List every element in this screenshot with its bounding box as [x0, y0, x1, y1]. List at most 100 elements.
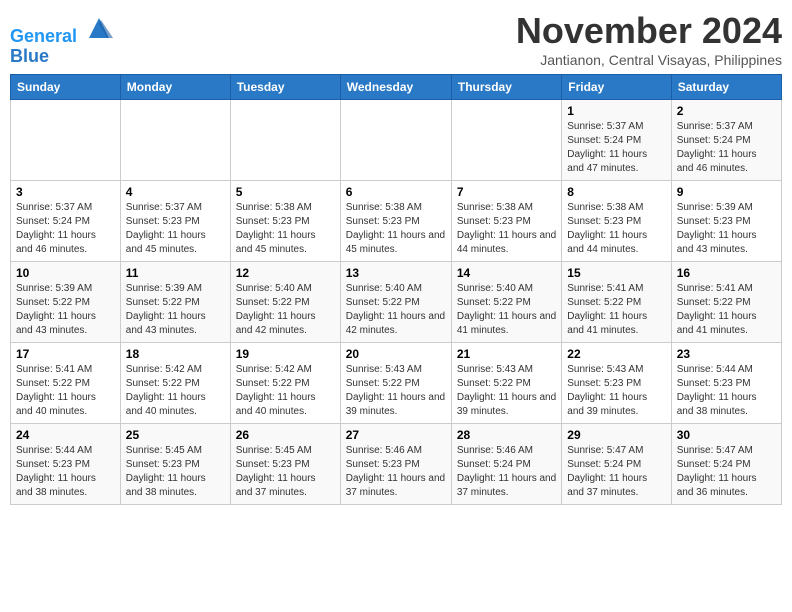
month-title: November 2024: [516, 10, 782, 52]
day-info: Sunrise: 5:38 AM Sunset: 5:23 PM Dayligh…: [236, 201, 335, 257]
logo-icon: [85, 14, 113, 42]
day-info: Sunrise: 5:43 AM Sunset: 5:22 PM Dayligh…: [457, 363, 556, 419]
day-number: 15: [567, 266, 665, 280]
day-info: Sunrise: 5:38 AM Sunset: 5:23 PM Dayligh…: [457, 201, 556, 257]
day-number: 7: [457, 185, 556, 199]
col-header-wednesday: Wednesday: [340, 75, 451, 100]
week-row-3: 10 Sunrise: 5:39 AM Sunset: 5:22 PM Dayli…: [11, 262, 782, 343]
calendar-cell: 8 Sunrise: 5:38 AM Sunset: 5:23 PM Daylig…: [562, 181, 671, 262]
day-info: Sunrise: 5:43 AM Sunset: 5:23 PM Dayligh…: [567, 363, 665, 419]
day-info: Sunrise: 5:44 AM Sunset: 5:23 PM Dayligh…: [677, 363, 776, 419]
day-number: 14: [457, 266, 556, 280]
day-number: 9: [677, 185, 776, 199]
day-number: 21: [457, 347, 556, 361]
day-info: Sunrise: 5:38 AM Sunset: 5:23 PM Dayligh…: [346, 201, 446, 257]
day-info: Sunrise: 5:37 AM Sunset: 5:24 PM Dayligh…: [16, 201, 115, 257]
calendar-cell: 20 Sunrise: 5:43 AM Sunset: 5:22 PM Dayli…: [340, 343, 451, 424]
title-block: November 2024 Jantianon, Central Visayas…: [516, 10, 782, 68]
day-info: Sunrise: 5:41 AM Sunset: 5:22 PM Dayligh…: [16, 363, 115, 419]
calendar-cell: 17 Sunrise: 5:41 AM Sunset: 5:22 PM Dayli…: [11, 343, 121, 424]
calendar-cell: [230, 100, 340, 181]
calendar-cell: 25 Sunrise: 5:45 AM Sunset: 5:23 PM Dayli…: [120, 424, 230, 505]
page-header: General Blue November 2024 Jantianon, Ce…: [10, 10, 782, 68]
calendar-cell: 18 Sunrise: 5:42 AM Sunset: 5:22 PM Dayli…: [120, 343, 230, 424]
calendar-cell: 10Sunrise: 5:39 AM Sunset: 5:22 PM Dayli…: [11, 262, 121, 343]
calendar-cell: 26 Sunrise: 5:45 AM Sunset: 5:23 PM Dayli…: [230, 424, 340, 505]
day-number: 8: [567, 185, 665, 199]
day-number: 17: [16, 347, 115, 361]
col-header-monday: Monday: [120, 75, 230, 100]
calendar-cell: 19Sunrise: 5:42 AM Sunset: 5:22 PM Dayli…: [230, 343, 340, 424]
day-info: Sunrise: 5:37 AM Sunset: 5:23 PM Dayligh…: [126, 201, 225, 257]
day-info: Sunrise: 5:47 AM Sunset: 5:24 PM Dayligh…: [567, 444, 665, 500]
calendar-header-row: SundayMondayTuesdayWednesdayThursdayFrid…: [11, 75, 782, 100]
col-header-saturday: Saturday: [671, 75, 781, 100]
calendar-cell: 29 Sunrise: 5:47 AM Sunset: 5:24 PM Dayli…: [562, 424, 671, 505]
calendar-cell: [11, 100, 121, 181]
day-info: Sunrise: 5:44 AM Sunset: 5:23 PM Dayligh…: [16, 444, 115, 500]
calendar-cell: 30 Sunrise: 5:47 AM Sunset: 5:24 PM Dayli…: [671, 424, 781, 505]
day-number: 18: [126, 347, 225, 361]
day-number: 22: [567, 347, 665, 361]
location: Jantianon, Central Visayas, Philippines: [516, 52, 782, 68]
calendar-cell: 6Sunrise: 5:38 AM Sunset: 5:23 PM Daylig…: [340, 181, 451, 262]
day-number: 16: [677, 266, 776, 280]
day-info: Sunrise: 5:40 AM Sunset: 5:22 PM Dayligh…: [457, 282, 556, 338]
day-info: Sunrise: 5:39 AM Sunset: 5:23 PM Dayligh…: [677, 201, 776, 257]
day-number: 27: [346, 428, 446, 442]
day-number: 30: [677, 428, 776, 442]
day-number: 13: [346, 266, 446, 280]
day-number: 23: [677, 347, 776, 361]
logo-text: General: [10, 14, 113, 47]
calendar-cell: 24 Sunrise: 5:44 AM Sunset: 5:23 PM Dayli…: [11, 424, 121, 505]
day-info: Sunrise: 5:41 AM Sunset: 5:22 PM Dayligh…: [677, 282, 776, 338]
calendar-table: SundayMondayTuesdayWednesdayThursdayFrid…: [10, 74, 782, 505]
calendar-cell: 14 Sunrise: 5:40 AM Sunset: 5:22 PM Dayli…: [451, 262, 561, 343]
day-info: Sunrise: 5:46 AM Sunset: 5:24 PM Dayligh…: [457, 444, 556, 500]
day-number: 5: [236, 185, 335, 199]
day-number: 3: [16, 185, 115, 199]
week-row-1: 1 Sunrise: 5:37 AM Sunset: 5:24 PM Daylig…: [11, 100, 782, 181]
day-number: 10: [16, 266, 115, 280]
day-number: 12: [236, 266, 335, 280]
day-number: 11: [126, 266, 225, 280]
day-info: Sunrise: 5:42 AM Sunset: 5:22 PM Dayligh…: [126, 363, 225, 419]
day-info: Sunrise: 5:39 AM Sunset: 5:22 PM Dayligh…: [126, 282, 225, 338]
day-number: 29: [567, 428, 665, 442]
day-number: 20: [346, 347, 446, 361]
calendar-cell: 22 Sunrise: 5:43 AM Sunset: 5:23 PM Dayli…: [562, 343, 671, 424]
calendar-cell: 21 Sunrise: 5:43 AM Sunset: 5:22 PM Dayli…: [451, 343, 561, 424]
day-info: Sunrise: 5:43 AM Sunset: 5:22 PM Dayligh…: [346, 363, 446, 419]
calendar-cell: 2 Sunrise: 5:37 AM Sunset: 5:24 PM Daylig…: [671, 100, 781, 181]
calendar-cell: 12Sunrise: 5:40 AM Sunset: 5:22 PM Dayli…: [230, 262, 340, 343]
day-info: Sunrise: 5:45 AM Sunset: 5:23 PM Dayligh…: [236, 444, 335, 500]
day-info: Sunrise: 5:47 AM Sunset: 5:24 PM Dayligh…: [677, 444, 776, 500]
day-number: 25: [126, 428, 225, 442]
day-info: Sunrise: 5:45 AM Sunset: 5:23 PM Dayligh…: [126, 444, 225, 500]
calendar-cell: 9 Sunrise: 5:39 AM Sunset: 5:23 PM Daylig…: [671, 181, 781, 262]
day-info: Sunrise: 5:46 AM Sunset: 5:23 PM Dayligh…: [346, 444, 446, 500]
day-info: Sunrise: 5:40 AM Sunset: 5:22 PM Dayligh…: [346, 282, 446, 338]
week-row-5: 24 Sunrise: 5:44 AM Sunset: 5:23 PM Dayli…: [11, 424, 782, 505]
col-header-sunday: Sunday: [11, 75, 121, 100]
logo: General Blue: [10, 14, 113, 67]
day-number: 2: [677, 104, 776, 118]
calendar-cell: 1 Sunrise: 5:37 AM Sunset: 5:24 PM Daylig…: [562, 100, 671, 181]
day-number: 1: [567, 104, 665, 118]
day-info: Sunrise: 5:37 AM Sunset: 5:24 PM Dayligh…: [567, 120, 665, 176]
day-number: 26: [236, 428, 335, 442]
day-number: 24: [16, 428, 115, 442]
week-row-2: 3 Sunrise: 5:37 AM Sunset: 5:24 PM Daylig…: [11, 181, 782, 262]
day-info: Sunrise: 5:37 AM Sunset: 5:24 PM Dayligh…: [677, 120, 776, 176]
day-number: 28: [457, 428, 556, 442]
calendar-cell: 5 Sunrise: 5:38 AM Sunset: 5:23 PM Daylig…: [230, 181, 340, 262]
day-info: Sunrise: 5:42 AM Sunset: 5:22 PM Dayligh…: [236, 363, 335, 419]
calendar-cell: 7 Sunrise: 5:38 AM Sunset: 5:23 PM Daylig…: [451, 181, 561, 262]
calendar-cell: 11 Sunrise: 5:39 AM Sunset: 5:22 PM Dayli…: [120, 262, 230, 343]
day-info: Sunrise: 5:38 AM Sunset: 5:23 PM Dayligh…: [567, 201, 665, 257]
col-header-thursday: Thursday: [451, 75, 561, 100]
calendar-cell: 27 Sunrise: 5:46 AM Sunset: 5:23 PM Dayli…: [340, 424, 451, 505]
week-row-4: 17 Sunrise: 5:41 AM Sunset: 5:22 PM Dayli…: [11, 343, 782, 424]
calendar-cell: 28 Sunrise: 5:46 AM Sunset: 5:24 PM Dayli…: [451, 424, 561, 505]
calendar-cell: 3 Sunrise: 5:37 AM Sunset: 5:24 PM Daylig…: [11, 181, 121, 262]
